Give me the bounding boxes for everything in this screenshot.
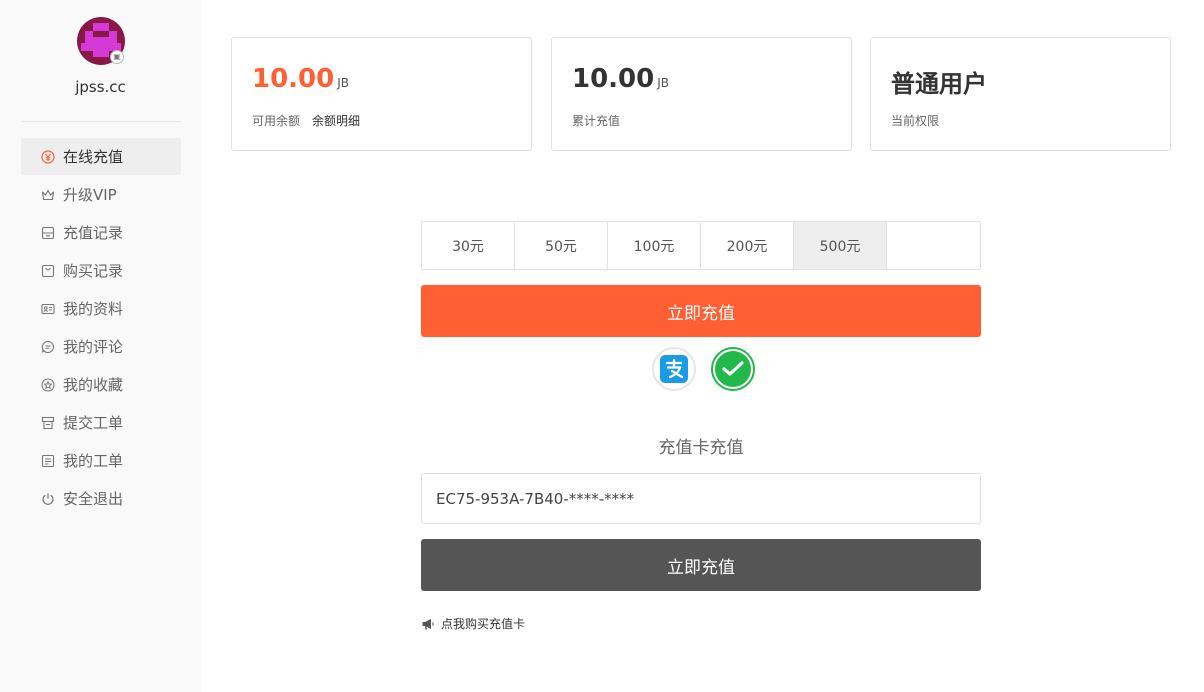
total-recharge-unit: JB — [657, 76, 670, 90]
amount-option-30[interactable]: 30元 — [422, 222, 515, 269]
balance-label: 可用余额 — [252, 114, 301, 128]
amount-option-500[interactable]: 500元 — [794, 222, 887, 269]
total-recharge-card: 10.00 JB 累计充值 — [551, 37, 852, 151]
sidebar-item-submit-ticket[interactable]: 提交工单 — [21, 404, 181, 441]
record-icon — [41, 226, 55, 240]
sidebar-item-label: 我的收藏 — [63, 376, 124, 394]
total-recharge-label: 累计充值 — [572, 114, 621, 128]
balance-card: 10.00 JB 可用余额 余额明细 — [231, 37, 532, 151]
sidebar-item-upgrade-vip[interactable]: 升级VIP — [21, 176, 181, 213]
sidebar-item-label: 提交工单 — [63, 414, 124, 432]
amount-option-200[interactable]: 200元 — [701, 222, 794, 269]
comment-icon — [41, 340, 55, 354]
wechat-pay-icon[interactable] — [711, 347, 755, 391]
sidebar-item-my-favorites[interactable]: 我的收藏 — [21, 366, 181, 403]
sidebar-item-label: 我的工单 — [63, 452, 124, 470]
card-recharge-title: 充值卡充值 — [658, 438, 744, 458]
permission-label: 当前权限 — [891, 114, 940, 128]
star-icon — [41, 377, 55, 392]
card-code-input[interactable] — [421, 473, 981, 524]
amount-option-50[interactable]: 50元 — [515, 222, 608, 269]
sidebar-item-my-tickets[interactable]: 我的工单 — [21, 442, 181, 479]
sidebar-menu: 在线充值 升级VIP 充值记录 购买记录 我的资料 我的评论 我的收藏 提交工单… — [21, 138, 181, 518]
total-recharge-value: 10.00 JB — [572, 64, 670, 94]
sidebar: ▣ jpss.cc 在线充值 升级VIP 充值记录 购买记录 我的资料 我的评论… — [0, 0, 201, 692]
permission-value: 普通用户 — [891, 70, 987, 98]
sidebar-item-label: 购买记录 — [63, 262, 124, 280]
sidebar-item-online-recharge[interactable]: 在线充值 — [21, 138, 181, 175]
megaphone-icon — [422, 618, 434, 630]
buy-card-link[interactable]: 点我购买充值卡 — [421, 615, 525, 632]
camera-icon[interactable]: ▣ — [110, 50, 124, 64]
sidebar-divider — [21, 121, 181, 122]
crown-icon — [41, 188, 55, 202]
document-icon — [41, 454, 55, 468]
sidebar-item-label: 在线充值 — [63, 148, 124, 166]
profile-card-icon — [41, 302, 55, 316]
balance-value: 10.00 JB — [252, 64, 350, 94]
sidebar-item-my-profile[interactable]: 我的资料 — [21, 290, 181, 327]
bag-icon — [41, 264, 55, 278]
buy-card-link-label: 点我购买充值卡 — [441, 617, 526, 631]
balance-detail-link[interactable]: 余额明细 — [312, 114, 360, 128]
sidebar-item-my-comments[interactable]: 我的评论 — [21, 328, 181, 365]
balance-unit: JB — [337, 76, 350, 90]
ticket-icon — [41, 416, 55, 430]
amount-option-100[interactable]: 100元 — [608, 222, 701, 269]
sidebar-item-purchase-records[interactable]: 购买记录 — [21, 252, 181, 289]
sidebar-item-label: 充值记录 — [63, 224, 124, 242]
yuan-icon — [41, 149, 55, 164]
sidebar-item-recharge-records[interactable]: 充值记录 — [21, 214, 181, 251]
sidebar-item-logout[interactable]: 安全退出 — [21, 480, 181, 517]
amount-selector: 30元 50元 100元 200元 500元 — [421, 221, 981, 270]
sidebar-item-label: 我的资料 — [63, 300, 124, 318]
card-recharge-button[interactable]: 立即充值 — [421, 539, 981, 591]
sidebar-item-label: 我的评论 — [63, 338, 124, 356]
power-icon — [41, 492, 55, 506]
recharge-now-button[interactable]: 立即充值 — [421, 285, 981, 337]
permission-card: 普通用户 当前权限 — [870, 37, 1171, 151]
alipay-icon[interactable] — [652, 347, 696, 391]
amount-blank-slot — [887, 222, 980, 269]
sidebar-item-label: 安全退出 — [63, 490, 124, 508]
site-name: jpss.cc — [75, 78, 126, 96]
sidebar-item-label: 升级VIP — [63, 186, 117, 204]
